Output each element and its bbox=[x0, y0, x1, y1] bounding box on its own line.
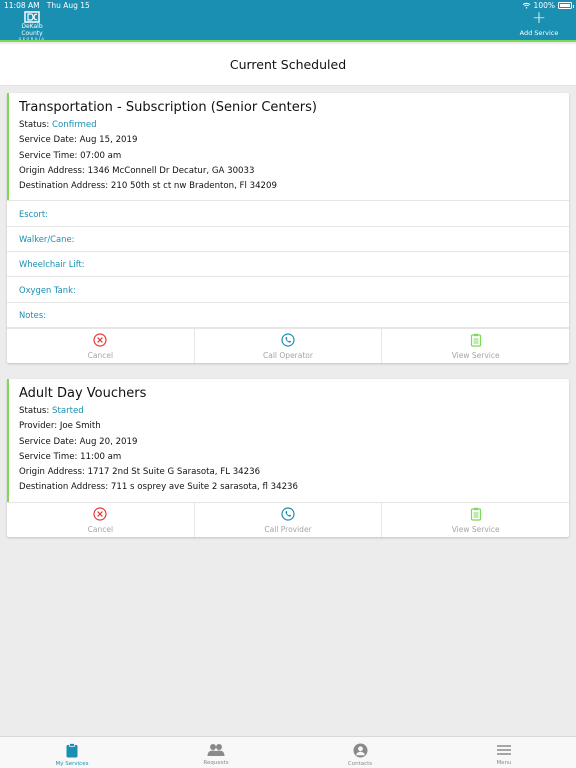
plus-icon: + bbox=[531, 8, 547, 28]
dekalb-logo: DeKalb County GEORGIA bbox=[10, 11, 54, 41]
dekalb-logo-mark bbox=[24, 11, 40, 23]
view-service-button[interactable]: View Service bbox=[382, 329, 569, 363]
oxygen-tank-row: Oxygen Tank: bbox=[7, 277, 569, 303]
field-label: Service Date: bbox=[19, 436, 77, 447]
people-icon bbox=[207, 744, 225, 756]
person-circle-icon bbox=[353, 743, 367, 758]
logo-subtext: GEORGIA bbox=[18, 37, 46, 41]
cancel-button[interactable]: Cancel bbox=[7, 328, 195, 363]
field-label: Service Time: bbox=[19, 150, 78, 161]
cancel-x-icon bbox=[93, 333, 107, 347]
view-service-label: View Service bbox=[451, 524, 500, 534]
field-value: 1717 2nd St Suite G Sarasota, FL 34236 bbox=[87, 467, 261, 478]
service-time-line: Service Time: 11:00 am bbox=[19, 450, 559, 465]
card-title: Adult Day Vouchers bbox=[19, 386, 147, 401]
oxygen-tank-label: Oxygen Tank: bbox=[19, 284, 76, 295]
escort-row: Escort: bbox=[7, 201, 569, 227]
view-service-label: View Service bbox=[451, 350, 500, 360]
status-time-text: 11:08 AM bbox=[4, 1, 40, 10]
service-time-line: Service Time: 07:00 am bbox=[19, 149, 559, 164]
field-label: Origin Address: bbox=[19, 165, 85, 176]
escort-label: Escort: bbox=[19, 208, 48, 219]
tab-menu[interactable]: Menu bbox=[432, 737, 576, 768]
tab-label: My Services bbox=[55, 761, 89, 767]
status-line: Status: Started bbox=[19, 404, 559, 419]
field-label: Destination Address: bbox=[19, 181, 109, 192]
destination-address-line: Destination Address: 711 s osprey ave Su… bbox=[19, 480, 559, 495]
destination-address-line: Destination Address: 210 50th st ct nw B… bbox=[19, 179, 559, 194]
phone-icon bbox=[281, 507, 295, 521]
phone-icon bbox=[281, 333, 295, 347]
service-date-line: Service Date: Aug 20, 2019 bbox=[19, 435, 559, 450]
status-value: Started bbox=[52, 406, 84, 416]
status-date-text: Thu Aug 15 bbox=[46, 1, 90, 10]
wheelchair-lift-row: Wheelchair Lift: bbox=[7, 252, 569, 278]
service-card-adult-day: Adult Day Vouchers Status: Started Provi… bbox=[7, 379, 569, 537]
tab-label: Requests bbox=[203, 760, 229, 766]
card-actions: Cancel Call Operator View Service bbox=[7, 327, 569, 363]
cancel-label: Cancel bbox=[87, 350, 114, 360]
status-value: Confirmed bbox=[52, 120, 97, 130]
field-label: Service Time: bbox=[19, 451, 78, 462]
logo-text: DeKalb County bbox=[21, 23, 43, 37]
tab-label: Contacts bbox=[347, 761, 373, 767]
origin-address-line: Origin Address: 1346 McConnell Dr Decatu… bbox=[19, 164, 559, 179]
field-label: Provider: bbox=[19, 421, 58, 432]
wifi-icon bbox=[522, 2, 530, 9]
clipboard-icon bbox=[66, 743, 78, 758]
hamburger-icon bbox=[497, 745, 511, 755]
cancel-button[interactable]: Cancel bbox=[7, 502, 195, 537]
cancel-label: Cancel bbox=[87, 524, 114, 534]
field-value: 210 50th st ct nw Bradenton, Fl 34209 bbox=[110, 181, 277, 192]
clipboard-icon bbox=[470, 507, 481, 521]
field-label: Status: bbox=[19, 406, 50, 416]
card-details: Adult Day Vouchers Status: Started Provi… bbox=[7, 379, 569, 502]
tab-label: Menu bbox=[496, 760, 512, 766]
status-line: Status: Confirmed bbox=[19, 118, 559, 133]
walker-cane-row: Walker/Cane: bbox=[7, 227, 569, 253]
wheelchair-lift-label: Wheelchair Lift: bbox=[19, 259, 85, 270]
status-bar-right: 100% bbox=[522, 1, 574, 10]
field-value: 11:00 am bbox=[80, 451, 122, 462]
bottom-tab-bar: My Services Requests Contacts Menu bbox=[0, 736, 576, 768]
notes-row: Notes: bbox=[7, 303, 569, 328]
provider-line: Provider: Joe Smith bbox=[19, 419, 559, 434]
field-value: 1346 McConnell Dr Decatur, GA 30033 bbox=[87, 165, 255, 176]
status-bar-time: 11:08 AM Thu Aug 15 bbox=[4, 1, 90, 10]
field-label: Service Date: bbox=[19, 135, 77, 146]
view-service-button[interactable]: View Service bbox=[382, 503, 569, 537]
clipboard-icon bbox=[470, 333, 481, 347]
field-value: 711 s osprey ave Suite 2 sarasota, fl 34… bbox=[110, 482, 298, 493]
field-label: Status: bbox=[19, 120, 50, 130]
tab-my-services[interactable]: My Services bbox=[0, 737, 144, 768]
page-title: Current Scheduled bbox=[229, 57, 347, 72]
call-provider-button[interactable]: Call Provider bbox=[195, 502, 383, 537]
origin-address-line: Origin Address: 1717 2nd St Suite G Sara… bbox=[19, 465, 559, 480]
card-details: Transportation - Subscription (Senior Ce… bbox=[7, 93, 569, 201]
add-service-button[interactable]: + Add Service bbox=[516, 8, 562, 38]
card-actions: Cancel Call Provider View Service bbox=[7, 501, 569, 537]
add-service-label: Add Service bbox=[519, 29, 559, 37]
field-label: Origin Address: bbox=[19, 467, 85, 478]
title-bar: Current Scheduled bbox=[0, 44, 576, 86]
extra-options-list: Escort: Walker/Cane: Wheelchair Lift: Ox… bbox=[7, 200, 569, 328]
call-operator-button[interactable]: Call Operator bbox=[195, 328, 383, 363]
field-value: Aug 15, 2019 bbox=[79, 135, 138, 146]
tab-requests[interactable]: Requests bbox=[144, 737, 288, 768]
field-value: 07:00 am bbox=[80, 150, 122, 161]
field-value: Aug 20, 2019 bbox=[79, 436, 138, 447]
call-provider-label: Call Provider bbox=[264, 524, 312, 534]
card-title: Transportation - Subscription (Senior Ce… bbox=[19, 100, 317, 115]
field-label: Destination Address: bbox=[19, 482, 109, 493]
service-date-line: Service Date: Aug 15, 2019 bbox=[19, 133, 559, 148]
walker-cane-label: Walker/Cane: bbox=[19, 233, 75, 244]
cancel-x-icon bbox=[93, 507, 107, 521]
notes-label: Notes: bbox=[19, 309, 47, 320]
call-operator-label: Call Operator bbox=[263, 350, 313, 360]
tab-contacts[interactable]: Contacts bbox=[288, 737, 432, 768]
app-header: 11:08 AM Thu Aug 15 100% DeKalb County G… bbox=[0, 0, 576, 42]
field-value: Joe Smith bbox=[59, 421, 101, 432]
battery-icon bbox=[558, 2, 574, 9]
service-card-transportation: Transportation - Subscription (Senior Ce… bbox=[7, 93, 569, 363]
